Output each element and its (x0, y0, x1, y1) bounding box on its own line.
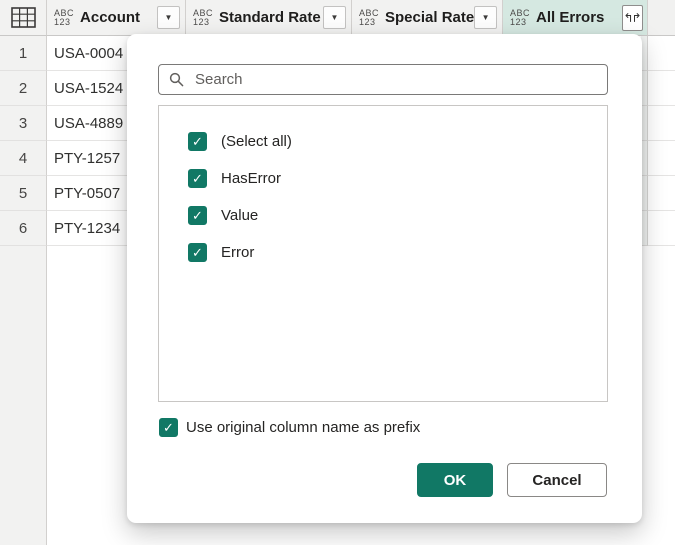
search-input[interactable] (193, 70, 597, 89)
column-label: Special Rate (385, 9, 475, 26)
row-number[interactable]: 1 (0, 36, 47, 71)
option-error[interactable]: ✓ Error (159, 234, 607, 271)
column-header-all-errors[interactable]: ABC 123 All Errors ↰↱ (503, 0, 648, 36)
chevron-down-icon: ▼ (481, 12, 490, 22)
table-grid-icon (10, 7, 36, 28)
option-select-all[interactable]: ✓ (Select all) (159, 123, 607, 160)
option-haserror[interactable]: ✓ HasError (159, 160, 607, 197)
search-box[interactable] (158, 64, 608, 95)
column-header-account[interactable]: ABC 123 Account ▼ (47, 0, 186, 36)
text-type-icon: ABC 123 (359, 7, 380, 27)
column-header-standard-rate[interactable]: ABC 123 Standard Rate ▼ (186, 0, 352, 36)
column-options-list: ✓ (Select all) ✓ HasError ✓ Value ✓ Erro… (158, 105, 608, 402)
checkmark-icon: ✓ (192, 245, 203, 260)
filter-dropdown-button[interactable]: ▼ (323, 6, 346, 29)
column-label: Account (80, 9, 141, 26)
row-number[interactable]: 3 (0, 106, 47, 141)
checkbox-checked[interactable]: ✓ (159, 418, 178, 437)
filter-dropdown-button[interactable]: ▼ (474, 6, 497, 29)
checkbox-checked[interactable]: ✓ (188, 243, 207, 262)
filter-dropdown-button[interactable]: ▼ (157, 6, 180, 29)
checkbox-checked[interactable]: ✓ (188, 206, 207, 225)
option-label: Value (221, 207, 259, 224)
selected-column-cells-sliver (641, 36, 648, 246)
use-prefix-label: Use original column name as prefix (186, 419, 421, 436)
option-label: HasError (221, 170, 282, 187)
option-label: (Select all) (221, 133, 292, 150)
row-number[interactable]: 5 (0, 176, 47, 211)
column-label: Standard Rate (219, 9, 321, 26)
checkmark-icon: ✓ (192, 171, 203, 186)
power-query-editor: ABC 123 Account ▼ ABC 123 Standard Rate ▼ … (0, 0, 675, 545)
header-empty-area (648, 0, 675, 36)
row-number[interactable]: 4 (0, 141, 47, 176)
ok-button[interactable]: OK (417, 463, 493, 497)
checkmark-icon: ✓ (192, 208, 203, 223)
checkmark-icon: ✓ (163, 420, 174, 435)
text-type-icon: ABC 123 (510, 7, 531, 27)
column-header-special-rate[interactable]: ABC 123 Special Rate ▼ (352, 0, 503, 36)
column-label: All Errors (536, 9, 605, 26)
expand-column-icon: ↰↱ (623, 10, 641, 25)
cancel-button[interactable]: Cancel (507, 463, 607, 497)
row-number[interactable]: 6 (0, 211, 47, 246)
select-all-table-corner[interactable] (0, 0, 47, 36)
search-icon (169, 72, 184, 87)
use-prefix-checkbox-row[interactable]: ✓ Use original column name as prefix (159, 418, 420, 437)
option-value[interactable]: ✓ Value (159, 197, 607, 234)
checkbox-checked[interactable]: ✓ (188, 169, 207, 188)
checkmark-icon: ✓ (192, 134, 203, 149)
chevron-down-icon: ▼ (330, 12, 339, 22)
row-number[interactable]: 2 (0, 71, 47, 106)
row-number-column-tail (0, 246, 47, 545)
chevron-down-icon: ▼ (164, 12, 173, 22)
expand-column-dialog: ✓ (Select all) ✓ HasError ✓ Value ✓ (127, 34, 642, 523)
option-label: Error (221, 244, 255, 261)
text-type-icon: ABC 123 (193, 7, 214, 27)
expand-column-button[interactable]: ↰↱ (622, 4, 643, 31)
checkbox-checked[interactable]: ✓ (188, 132, 207, 151)
text-type-icon: ABC 123 (54, 7, 75, 27)
